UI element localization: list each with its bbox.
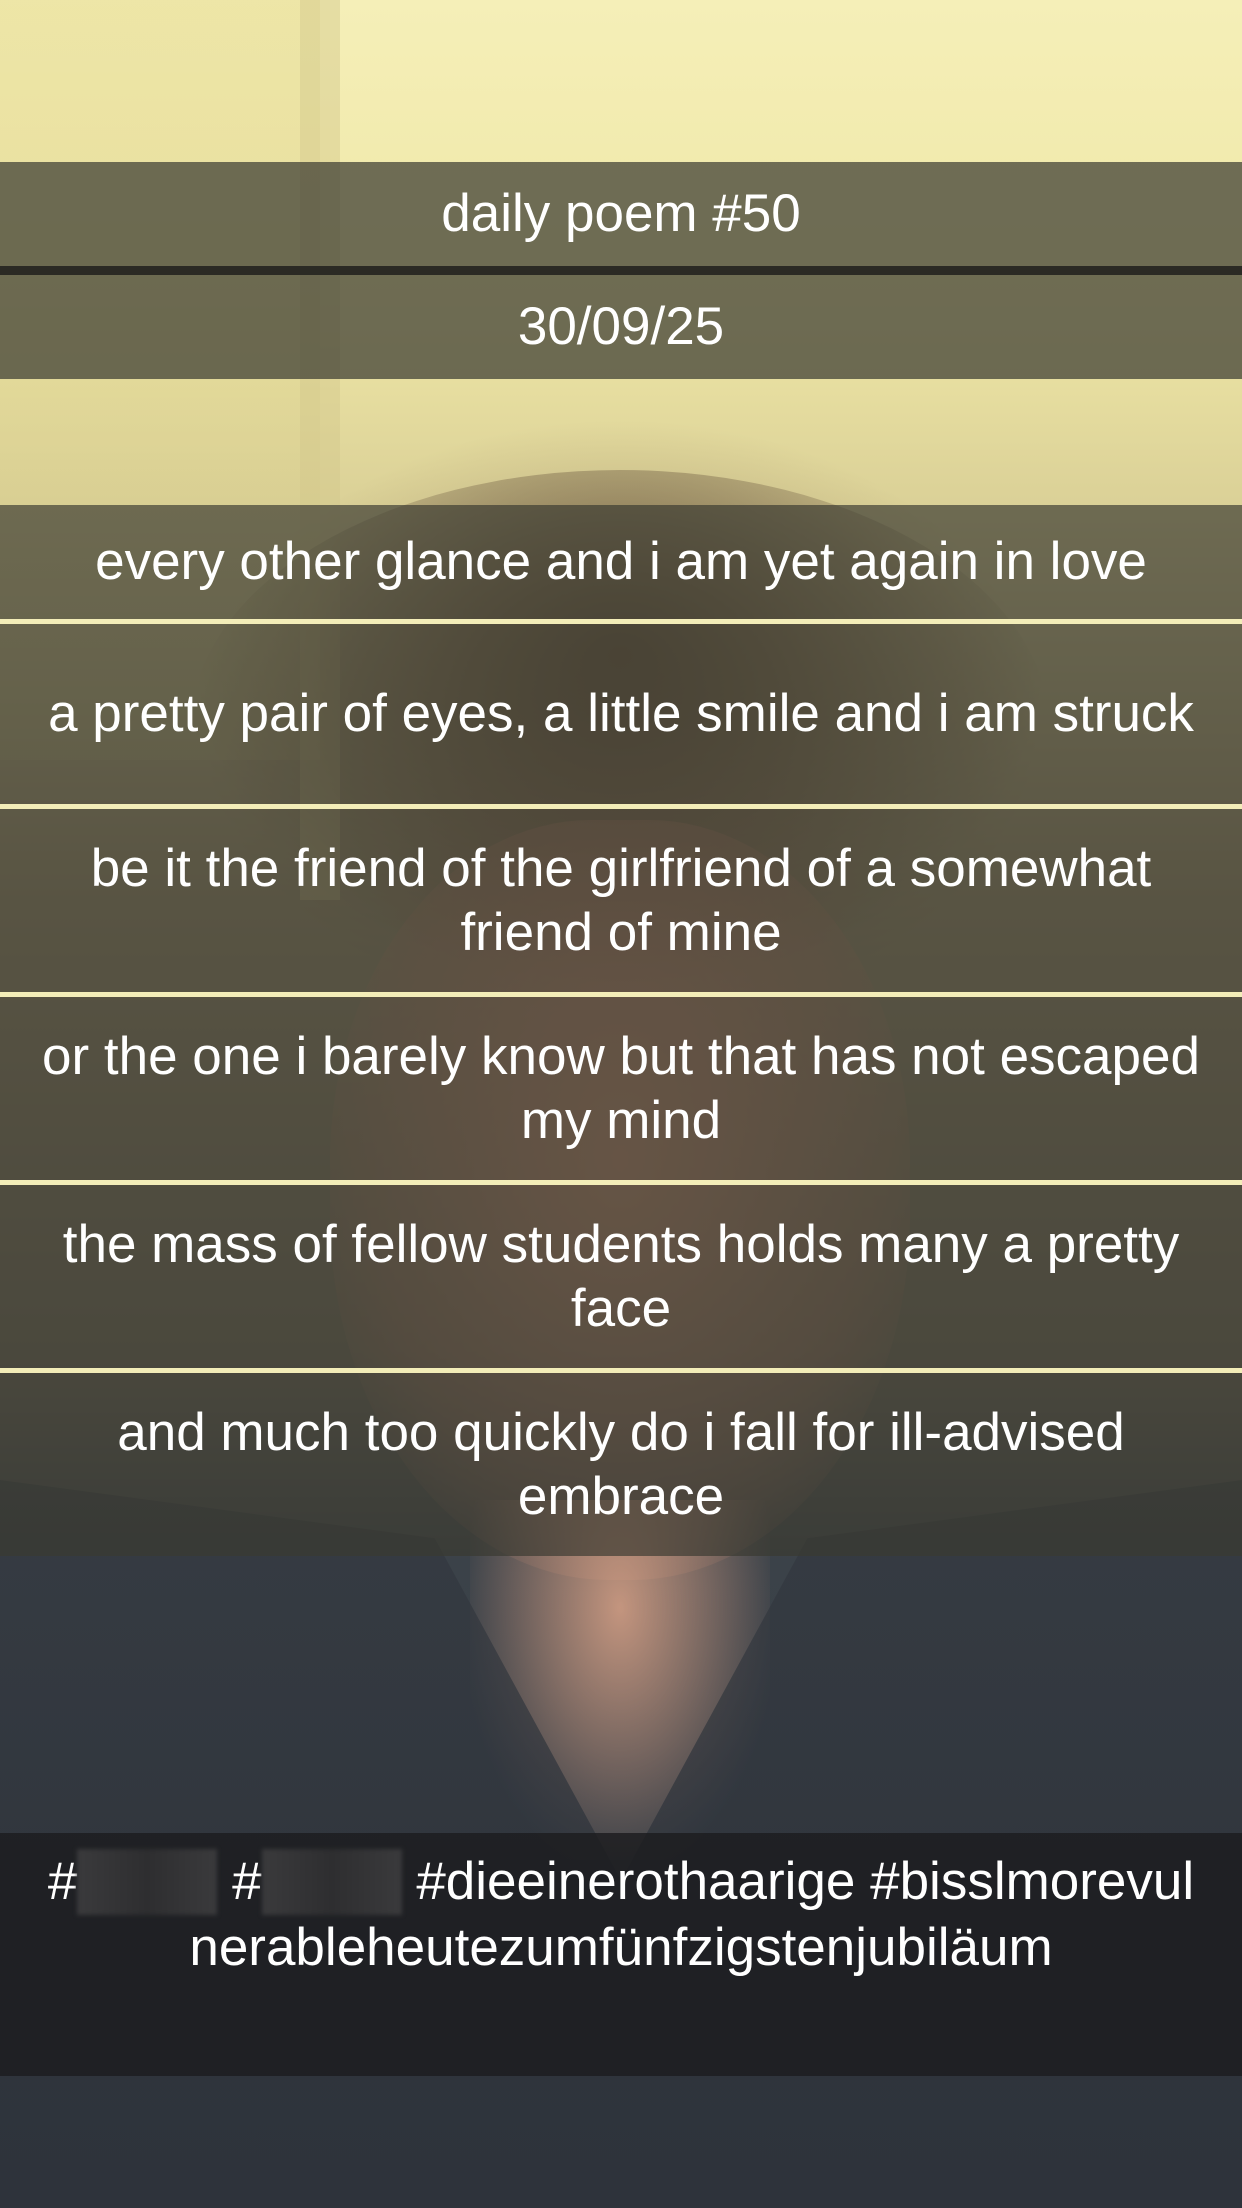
- hashtag-prefix: #: [232, 1852, 262, 1911]
- poem-line-caption[interactable]: a pretty pair of eyes, a little smile an…: [0, 624, 1242, 804]
- hashtag: #dieeinerothaarige: [416, 1852, 856, 1911]
- poem-line-text: a pretty pair of eyes, a little smile an…: [48, 684, 1194, 743]
- poem-line-text: or the one i barely know but that has no…: [42, 1026, 1200, 1150]
- poem-line-caption[interactable]: and much too quickly do i fall for ill-a…: [0, 1373, 1242, 1556]
- poem-title-caption[interactable]: daily poem #50: [0, 162, 1242, 266]
- hashtag-prefix: #: [47, 1852, 78, 1911]
- poem-line-caption[interactable]: or the one i barely know but that has no…: [0, 997, 1242, 1180]
- poem-line-text: be it the friend of the girlfriend of a …: [90, 838, 1152, 962]
- redacted-hashtag: anna: [261, 1849, 402, 1915]
- caption-divider: [0, 266, 1242, 275]
- hashtag-caption[interactable]: #greta #anna #dieeinerothaarige #bisslmo…: [0, 1833, 1242, 2076]
- poem-line-text: and much too quickly do i fall for ill-a…: [117, 1402, 1125, 1526]
- poem-line-text: every other glance and i am yet again in…: [95, 532, 1147, 591]
- poem-line-caption[interactable]: be it the friend of the girlfriend of a …: [0, 809, 1242, 992]
- poem-line-text: the mass of fellow students holds many a…: [62, 1214, 1180, 1338]
- poem-date: 30/09/25: [517, 297, 725, 356]
- poem-line-caption[interactable]: every other glance and i am yet again in…: [0, 505, 1242, 619]
- poem-date-caption[interactable]: 30/09/25: [0, 275, 1242, 379]
- poem-title: daily poem #50: [441, 184, 801, 243]
- redacted-hashtag: greta: [77, 1849, 218, 1915]
- poem-line-caption[interactable]: the mass of fellow students holds many a…: [0, 1185, 1242, 1368]
